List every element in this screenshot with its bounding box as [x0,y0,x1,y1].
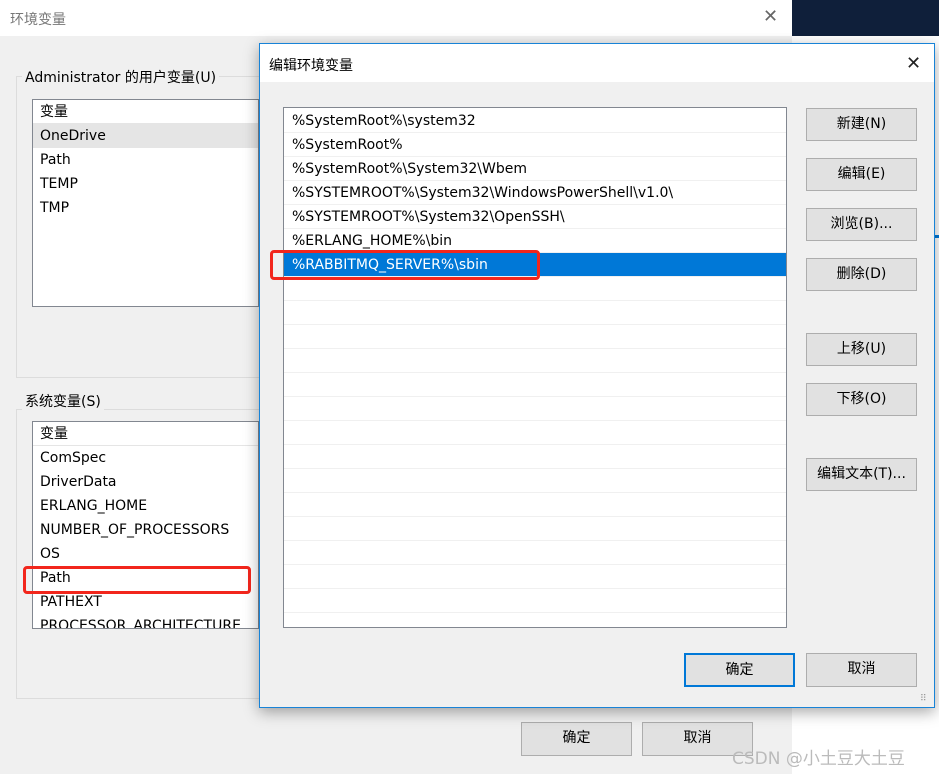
list-item[interactable]: Path [33,148,258,172]
new-button[interactable]: 新建(N) [806,108,917,141]
dialog-title: 编辑环境变量 [260,44,934,82]
path-list-item[interactable]: %SYSTEMROOT%\System32\OpenSSH\ [284,205,786,229]
cancel-button[interactable]: 取消 [806,653,917,687]
path-list-item[interactable] [284,397,786,421]
close-icon[interactable]: ✕ [763,6,778,27]
browse-button[interactable]: 浏览(B)... [806,208,917,241]
system-variables-list[interactable]: 变量 ComSpec DriverData ERLANG_HOME NUMBER… [32,421,259,629]
list-item[interactable]: OS [33,542,258,566]
edit-environment-variable-dialog: 编辑环境变量 ✕ %SystemRoot%\system32 %SystemRoo… [259,43,935,708]
highlight-path-box [23,566,251,594]
path-list-item[interactable] [284,589,786,613]
list-item[interactable]: NUMBER_OF_PROCESSORS [33,518,258,542]
delete-button[interactable]: 删除(D) [806,258,917,291]
path-list-item[interactable] [284,541,786,565]
path-list-item[interactable] [284,373,786,397]
path-list[interactable]: %SystemRoot%\system32 %SystemRoot% %System… [283,107,787,628]
list-item[interactable]: ComSpec [33,446,258,470]
column-header-variable[interactable]: 变量 [33,100,258,124]
path-list-item[interactable] [284,469,786,493]
path-list-item[interactable] [284,517,786,541]
ok-button[interactable]: 确定 [521,722,632,756]
path-list-item[interactable] [284,277,786,301]
list-item[interactable]: TEMP [33,172,258,196]
desktop-fragment [935,235,939,238]
resize-grip-icon[interactable]: ⠿ [920,694,927,704]
desktop-background [792,0,939,36]
user-variables-label: Administrator 的用户变量(U) [22,67,220,87]
move-down-button[interactable]: 下移(O) [806,383,917,416]
path-list-item[interactable] [284,445,786,469]
path-list-item[interactable]: %SystemRoot% [284,133,786,157]
watermark: CSDN @小土豆大土豆 [732,749,905,769]
close-icon[interactable]: ✕ [906,53,921,74]
ok-button[interactable]: 确定 [684,653,795,687]
column-header-variable[interactable]: 变量 [33,422,258,446]
user-variables-list[interactable]: 变量 OneDrive Path TEMP TMP [32,99,259,307]
path-list-item[interactable] [284,325,786,349]
list-item[interactable]: ERLANG_HOME [33,494,258,518]
list-item[interactable]: TMP [33,196,258,220]
list-item[interactable]: DriverData [33,470,258,494]
path-list-item[interactable] [284,565,786,589]
highlight-rabbitmq-box [270,250,540,280]
path-list-item[interactable] [284,421,786,445]
window-title: 环境变量 [0,0,792,36]
path-list-item[interactable]: %SystemRoot%\system32 [284,109,786,133]
edit-button[interactable]: 编辑(E) [806,158,917,191]
list-item[interactable]: OneDrive [33,124,258,148]
path-list-item[interactable] [284,301,786,325]
edit-text-button[interactable]: 编辑文本(T)... [806,458,917,491]
path-list-item[interactable] [284,349,786,373]
path-list-item[interactable]: %SystemRoot%\System32\Wbem [284,157,786,181]
path-list-item[interactable]: %SYSTEMROOT%\System32\WindowsPowerShell\… [284,181,786,205]
path-list-item[interactable] [284,493,786,517]
move-up-button[interactable]: 上移(U) [806,333,917,366]
list-item[interactable]: PROCESSOR_ARCHITECTURE [33,614,258,628]
system-variables-label: 系统变量(S) [22,391,104,411]
